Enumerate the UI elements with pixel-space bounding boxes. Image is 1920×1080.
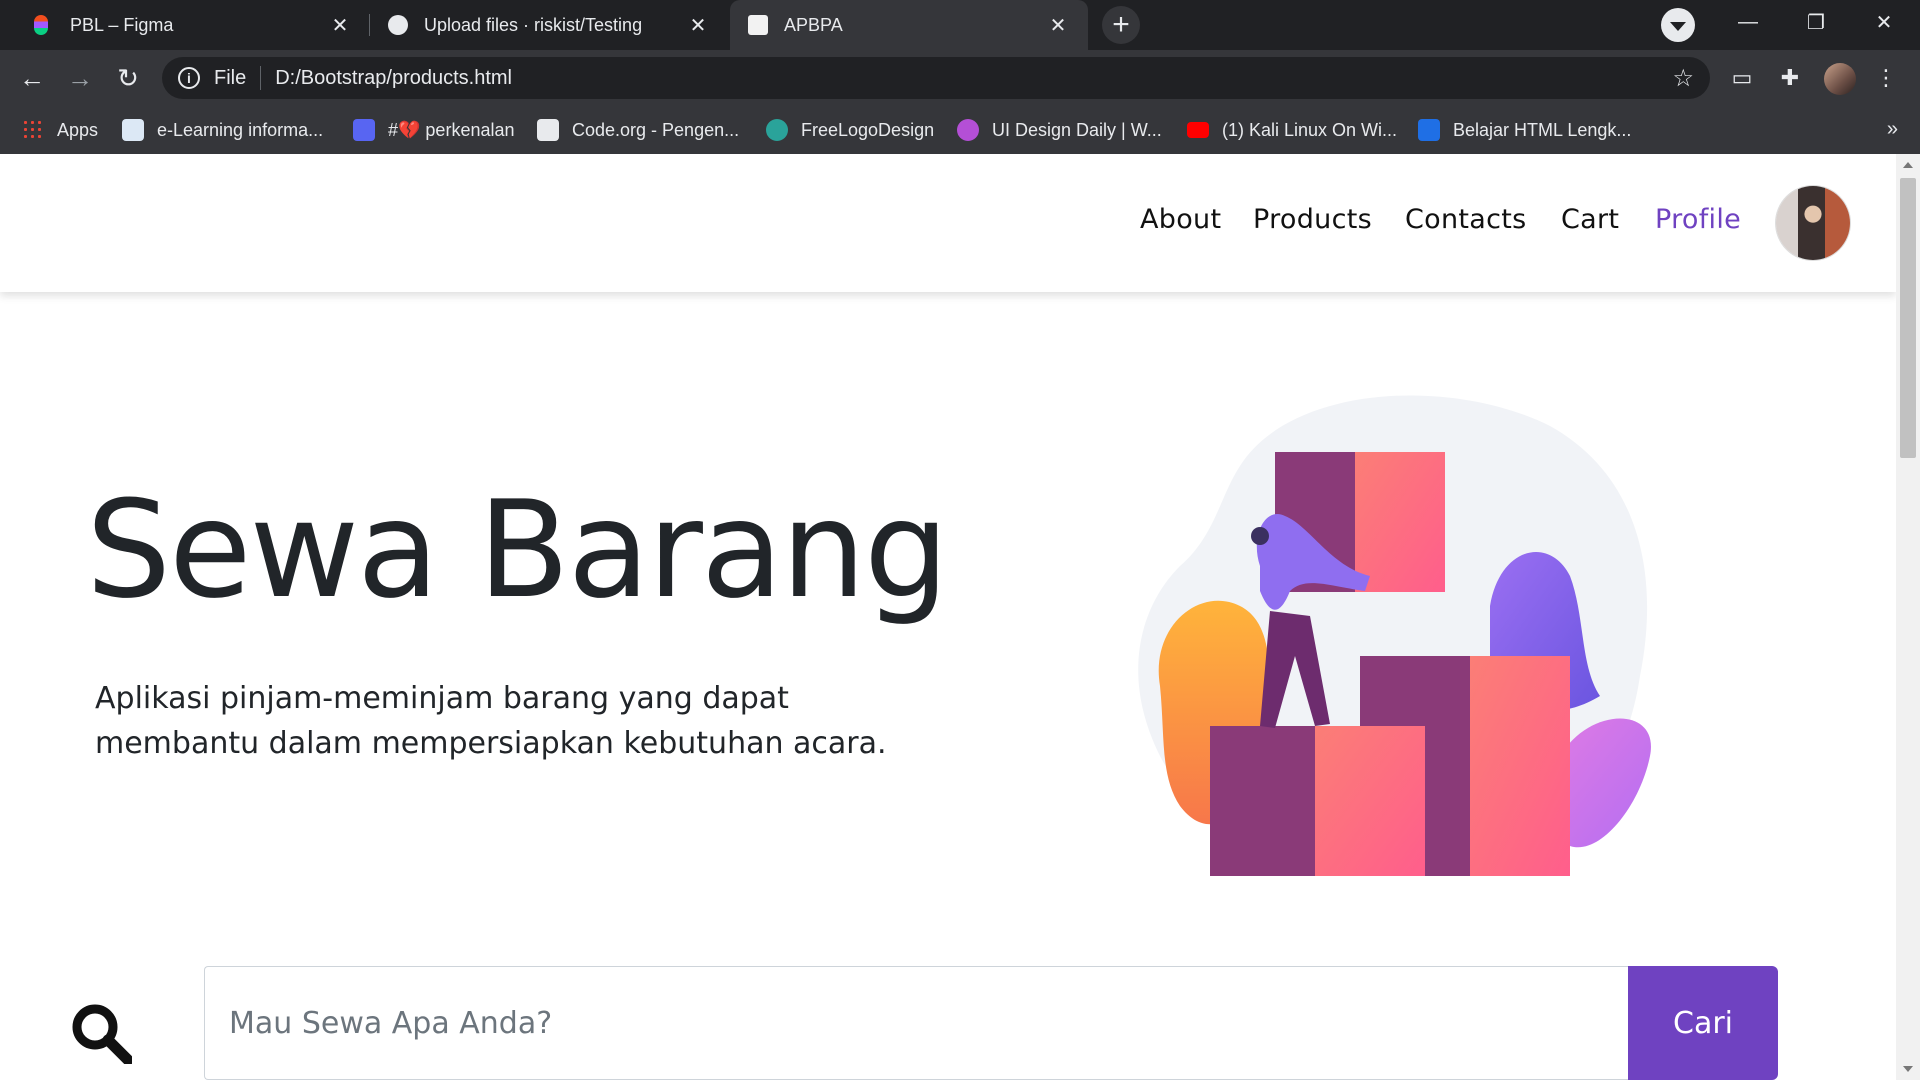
reading-mode-icon[interactable]: ▭ [1726,62,1758,94]
bookmark-perkenalan[interactable]: #💔 perkenalan [353,106,515,154]
tab-figma[interactable]: PBL – Figma ✕ [0,0,370,50]
nav-contacts[interactable]: Contacts [1405,204,1527,235]
new-tab-button[interactable]: + [1102,6,1140,44]
scrollbar-thumb[interactable] [1900,178,1916,458]
hero-subtitle: Aplikasi pinjam-meminjam barang yang dap… [95,681,887,761]
elearning-icon [122,119,144,141]
hero-title: Sewa Barang [86,472,949,628]
address-bar[interactable]: i File D:/Bootstrap/products.html ☆ [162,57,1710,99]
reload-icon[interactable]: ↻ [108,58,148,98]
site-navbar: About Products Contacts Cart Profile [0,154,1896,292]
url-text[interactable]: D:/Bootstrap/products.html [275,67,1672,90]
tab-title: APBPA [784,14,843,35]
tab-search-icon[interactable] [1661,8,1695,42]
back-icon[interactable]: ← [12,58,52,98]
bookmark-elearning[interactable]: e-Learning informa... [122,106,323,154]
minimize-icon[interactable]: — [1714,0,1782,44]
bookmark-uidesigndaily[interactable]: UI Design Daily | W... [957,106,1162,154]
extensions-icon[interactable]: ✚ [1774,62,1806,94]
close-icon[interactable]: ✕ [686,13,710,38]
tab-title: PBL – Figma [70,14,174,35]
figma-icon [34,15,48,35]
nav-cart[interactable]: Cart [1561,204,1619,235]
belajar-icon [1418,119,1440,141]
browser-tab-bar: PBL – Figma ✕ Upload files · riskist/Tes… [0,0,1920,50]
site-favicon [748,15,768,35]
uidesigndaily-icon [957,119,979,141]
freelogodesign-icon [766,119,788,141]
close-icon[interactable]: ✕ [328,13,352,38]
github-icon [388,15,408,35]
codeorg-icon [537,119,559,141]
search-icon [72,1004,132,1064]
page-scrollbar[interactable] [1896,154,1920,1080]
restore-icon[interactable]: ❐ [1782,0,1850,44]
bookmark-codeorg[interactable]: Code.org - Pengen... [537,106,739,154]
nav-about[interactable]: About [1140,204,1221,235]
scheme-label: File [214,66,247,89]
bookmark-star-icon[interactable]: ☆ [1672,64,1694,93]
bookmarks-bar: Apps e-Learning informa... #💔 perkenalan… [0,106,1920,155]
nav-products[interactable]: Products [1253,204,1372,235]
search-field[interactable] [204,966,1628,1080]
profile-avatar[interactable] [1824,63,1856,95]
scroll-up-arrow-icon[interactable] [1903,162,1913,168]
bookmark-belajar-html[interactable]: Belajar HTML Lengk... [1418,106,1631,154]
bookmark-apps[interactable]: Apps [22,106,98,154]
apps-grid-icon [22,119,44,141]
scroll-down-arrow-icon[interactable] [1903,1066,1913,1072]
search-button[interactable]: Cari [1628,966,1778,1080]
youtube-icon [1187,122,1209,138]
user-avatar[interactable] [1776,186,1850,260]
tab-title: Upload files · riskist/Testing [424,14,643,35]
boxes-illustration [1138,395,1651,876]
info-icon[interactable]: i [178,67,200,89]
tab-apbpa[interactable]: APBPA ✕ [730,0,1088,50]
nav-profile[interactable]: Profile [1655,204,1741,235]
forward-icon[interactable]: → [60,58,100,98]
search-input[interactable] [205,1004,1628,1042]
browser-toolbar: ← → ↻ i File D:/Bootstrap/products.html … [0,50,1920,106]
tab-github[interactable]: Upload files · riskist/Testing ✕ [370,0,728,50]
bookmark-freelogodesign[interactable]: FreeLogoDesign [766,106,934,154]
discord-icon [353,119,375,141]
close-icon[interactable]: ✕ [1046,13,1070,38]
page-viewport: About Products Contacts Cart Profile Sew… [0,154,1896,1080]
menu-icon[interactable]: ⋮ [1870,62,1902,94]
bookmark-kali-linux[interactable]: (1) Kali Linux On Wi... [1187,106,1397,154]
bookmarks-overflow-icon[interactable]: » [1887,118,1898,141]
window-close-icon[interactable]: ✕ [1850,0,1918,44]
